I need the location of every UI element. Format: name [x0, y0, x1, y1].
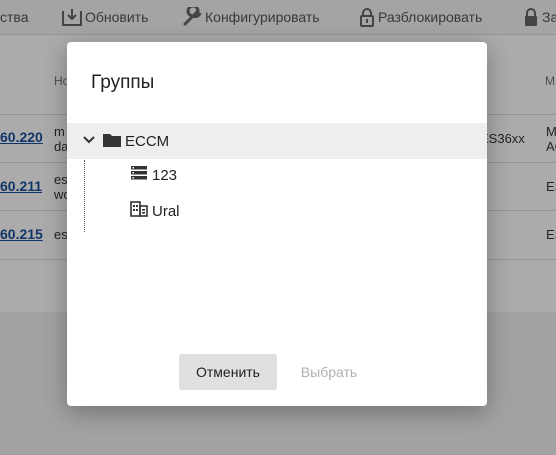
- tree-node-ural[interactable]: Ural: [130, 199, 330, 229]
- chevron-down-icon[interactable]: [83, 135, 95, 145]
- dialog-title: Группы: [91, 72, 155, 93]
- tree-node-root[interactable]: ECCM: [67, 123, 487, 159]
- server-stack-icon: [131, 166, 147, 180]
- building-icon: [130, 201, 148, 217]
- select-button[interactable]: Выбрать: [288, 354, 370, 390]
- tree-node-123[interactable]: 123: [130, 163, 330, 193]
- folder-icon: [103, 134, 121, 147]
- tree-node-label: Ural: [152, 203, 180, 220]
- cancel-button[interactable]: Отменить: [179, 354, 277, 390]
- tree-node-root-label: ECCM: [125, 133, 170, 150]
- tree-node-label: 123: [152, 167, 178, 184]
- groups-dialog: Группы ECCM 123 Ural Отменить Выбрать: [67, 42, 487, 406]
- tree-guide-line: [84, 160, 85, 232]
